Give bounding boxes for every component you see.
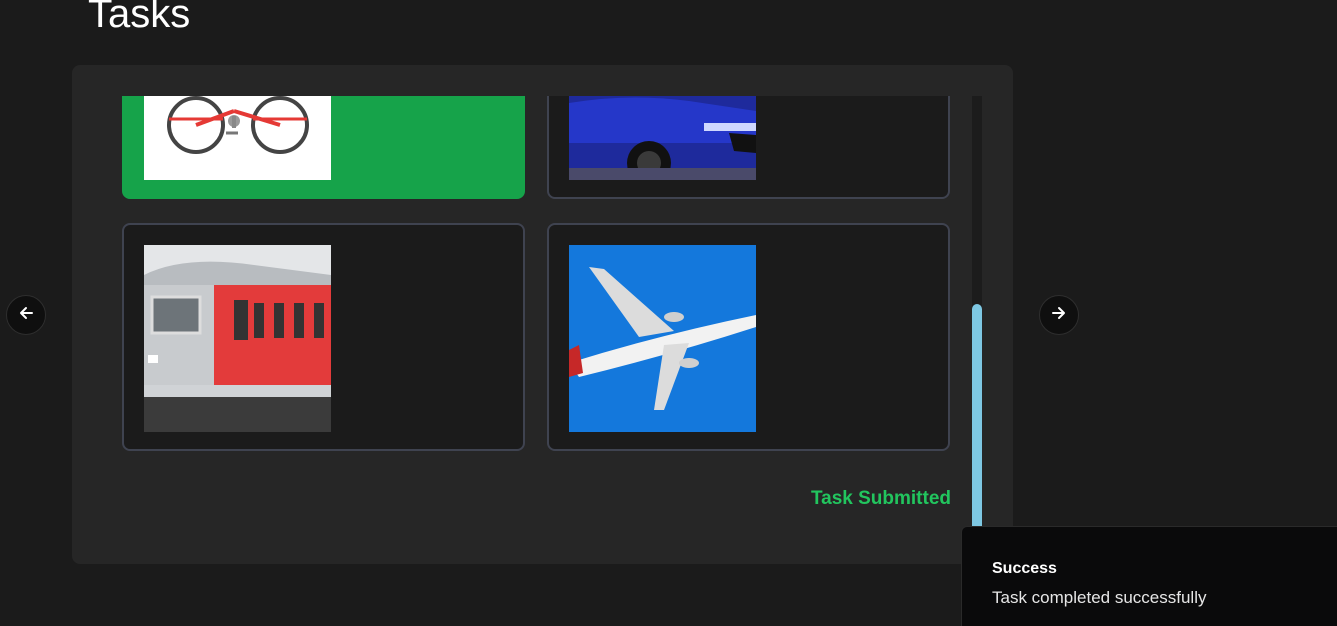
next-button[interactable]	[1039, 295, 1079, 335]
image-option-train[interactable]	[122, 223, 525, 451]
task-panel: Task Submitted	[72, 65, 1013, 564]
page-title: Tasks	[88, 0, 191, 36]
toast-message: Task completed successfully	[992, 588, 1207, 607]
toast-title: Success	[992, 560, 1057, 577]
previous-button[interactable]	[6, 295, 46, 335]
scrollbar-track[interactable]	[972, 96, 982, 564]
arrow-left-icon	[18, 305, 34, 326]
task-status: Task Submitted	[810, 488, 951, 509]
bicycle-image	[144, 96, 331, 180]
success-toast[interactable]: Success Task completed successfully	[961, 526, 1337, 626]
image-option-airplane[interactable]	[547, 223, 950, 451]
train-image	[144, 245, 331, 432]
arrow-right-icon	[1051, 305, 1067, 326]
image-option-bicycle[interactable]	[122, 96, 525, 199]
airplane-image	[569, 245, 756, 432]
scrollbar-thumb[interactable]	[972, 304, 982, 564]
car-image	[569, 96, 756, 180]
image-option-car[interactable]	[547, 96, 950, 199]
image-grid	[122, 96, 952, 466]
